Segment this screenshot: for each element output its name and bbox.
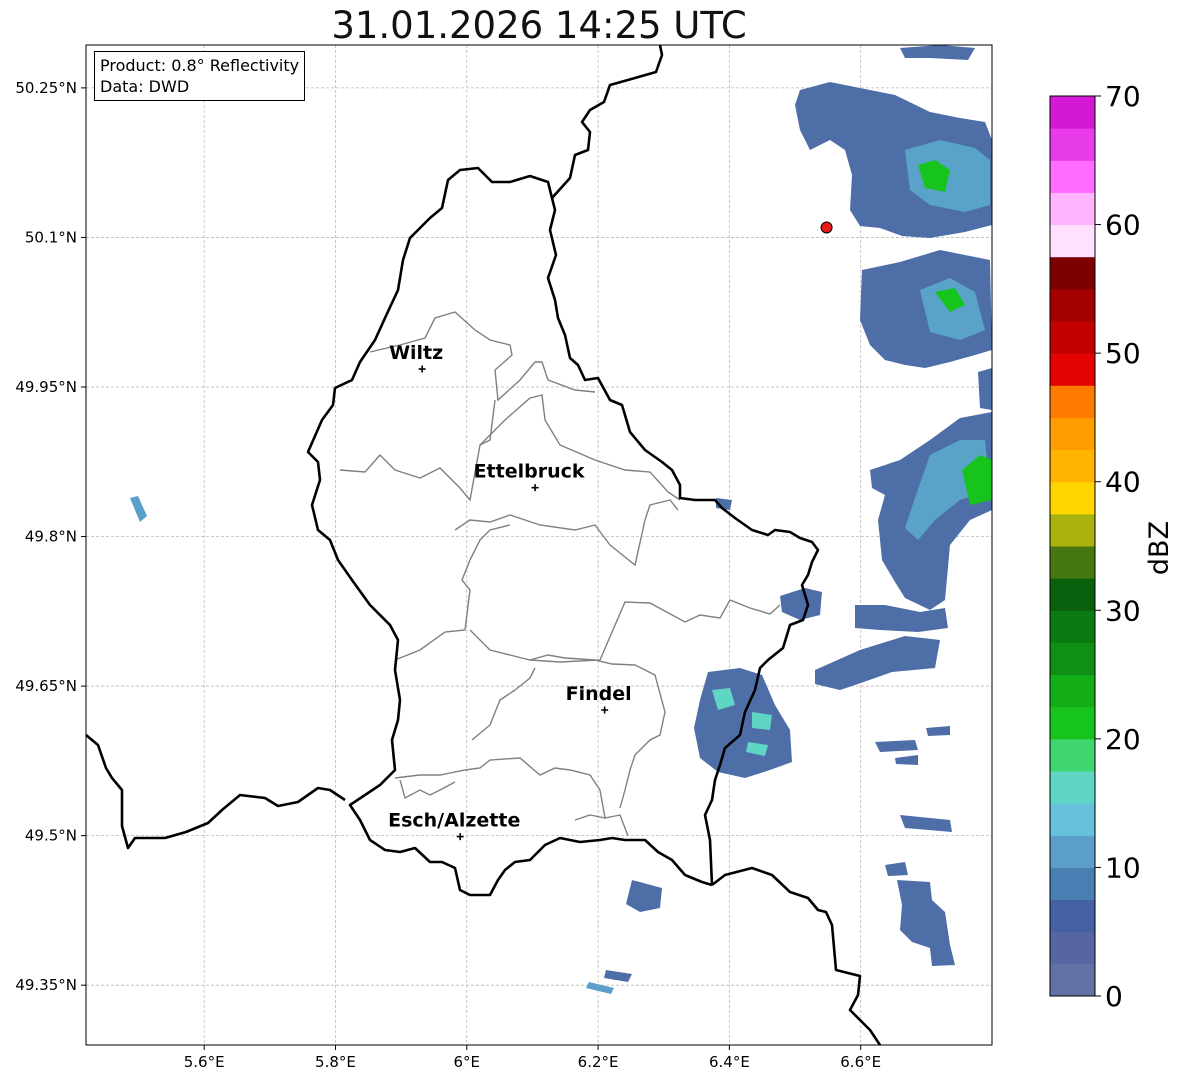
x-tick-label: 6°E: [454, 1053, 481, 1071]
y-tick-label: 49.95°N: [15, 378, 77, 396]
x-tick-label: 6.4°E: [709, 1053, 750, 1071]
radar-echo-cluster: [900, 815, 952, 832]
colorbar-label: dBZ: [1144, 521, 1175, 575]
radar-echo-cluster: [130, 496, 147, 522]
city-label: Esch/Alzette: [388, 810, 520, 832]
colorbar-segment: [1050, 738, 1095, 772]
y-tick-label: 49.65°N: [15, 677, 77, 695]
city-label: Findel: [566, 683, 632, 705]
data-source-label: Data: DWD: [100, 77, 190, 96]
axis-ticks: 5.6°E 5.8°E 6°E 6.2°E 6.4°E 6.6°E 50.25°N 50.1°…: [15, 79, 881, 1071]
colorbar-tick-label: 70: [1105, 80, 1141, 113]
country-border: [711, 866, 882, 1045]
colorbar-segment: [1050, 481, 1095, 515]
radar-site-marker[interactable]: [820, 221, 833, 234]
colorbar-tick-label: 20: [1105, 723, 1141, 756]
radar-echo-cluster: [900, 45, 975, 60]
colorbar-segment: [1050, 224, 1095, 258]
colorbar-tick-label: 30: [1105, 594, 1141, 627]
x-tick-label: 6.6°E: [840, 1053, 881, 1071]
country-borders: [86, 45, 882, 1045]
colorbar-tick-label: 60: [1105, 209, 1141, 242]
radar-echo-cluster: [855, 605, 948, 632]
colorbar-segment: [1050, 128, 1095, 161]
colorbar-segment: [1050, 160, 1095, 193]
city-label: Ettelbruck: [474, 461, 585, 483]
colorbar-segment: [1050, 642, 1095, 676]
city-label: Wiltz: [389, 342, 443, 364]
colorbar-segment: [1050, 835, 1095, 868]
city-marker: [456, 833, 464, 841]
canton-boundary: [471, 689, 516, 741]
canton-boundary: [479, 394, 681, 501]
colorbar-tick-label: 10: [1105, 851, 1141, 884]
colorbar-tick-label: 50: [1105, 337, 1141, 370]
radar-echo-cluster: [586, 982, 614, 994]
x-tick-label: 5.8°E: [315, 1053, 356, 1071]
radar-echo-cluster: [895, 755, 918, 765]
colorbar-segment: [1050, 353, 1095, 386]
colorbar-segment: [1050, 867, 1095, 901]
luxembourg-border: [306, 166, 820, 897]
canton-boundary: [394, 559, 471, 661]
country-border: [86, 734, 346, 850]
y-tick-label: 49.35°N: [15, 976, 77, 994]
radar-map: WiltzEttelbruckFindelEsch/Alzette 5.6°E 5…: [15, 44, 1175, 1071]
canton-boundary: [469, 524, 511, 561]
colorbar-segment: [1050, 706, 1095, 740]
radar-echo-cluster: [752, 712, 772, 730]
colorbar-tick-label: 40: [1105, 466, 1141, 499]
colorbar-tick-label: 0: [1105, 980, 1123, 1013]
colorbar-segment: [1050, 771, 1095, 804]
y-tick-label: 50.1°N: [25, 228, 77, 246]
x-tick-label: 6.2°E: [578, 1053, 619, 1071]
y-tick-label: 50.25°N: [15, 79, 77, 97]
country-border: [611, 836, 713, 887]
radar-echo-cluster: [926, 726, 950, 736]
colorbar-segment: [1050, 96, 1095, 129]
colorbar-segment: [1050, 288, 1095, 322]
info-box: Product: 0.8° Reflectivity Data: DWD: [94, 51, 306, 101]
colorbar-segment: [1050, 674, 1095, 708]
colorbar-segment: [1050, 546, 1095, 579]
city-marker: [531, 484, 539, 492]
colorbar-segment: [1050, 256, 1095, 290]
y-tick-label: 49.8°N: [25, 528, 77, 546]
colorbar-segment: [1050, 513, 1095, 547]
city-layer: Wiltz Ettelbruck Findel Esch/Alzette: [388, 342, 632, 841]
colorbar-segment: [1050, 385, 1095, 418]
colorbar-segment: [1050, 899, 1095, 933]
colorbar-segment: [1050, 449, 1095, 483]
country-border: [551, 45, 664, 199]
radar-echo-cluster: [604, 970, 632, 982]
radar-echo-cluster: [780, 588, 822, 620]
y-tick-label: 49.5°N: [25, 827, 77, 845]
colorbar: 0 10 20 30 40 50 60 70: [1049, 80, 1141, 1013]
canton-boundary: [399, 779, 456, 800]
colorbar-segment: [1050, 803, 1095, 836]
canton-boundary: [574, 814, 606, 821]
radar-echo-cluster: [626, 880, 662, 912]
radar-echo-cluster: [885, 862, 908, 876]
colorbar-segment: [1050, 578, 1095, 611]
city-marker: [418, 365, 426, 373]
colorbar-segment: [1050, 931, 1095, 965]
colorbar-segment: [1050, 321, 1095, 354]
canton-boundary: [514, 667, 536, 691]
canton-boundary: [339, 399, 496, 502]
canton-boundary: [469, 599, 781, 663]
radar-echo-cluster: [978, 368, 992, 410]
city-marker: [601, 706, 609, 714]
colorbar-segment: [1050, 192, 1095, 226]
radar-echo-cluster: [875, 740, 918, 752]
radar-echo-cluster: [815, 636, 940, 690]
x-tick-label: 5.6°E: [184, 1053, 225, 1071]
radar-echo-cluster: [897, 880, 955, 966]
colorbar-segment: [1050, 610, 1095, 643]
product-label: Product: 0.8° Reflectivity: [100, 56, 300, 75]
colorbar-segment: [1050, 963, 1095, 997]
colorbar-segment: [1050, 417, 1095, 451]
